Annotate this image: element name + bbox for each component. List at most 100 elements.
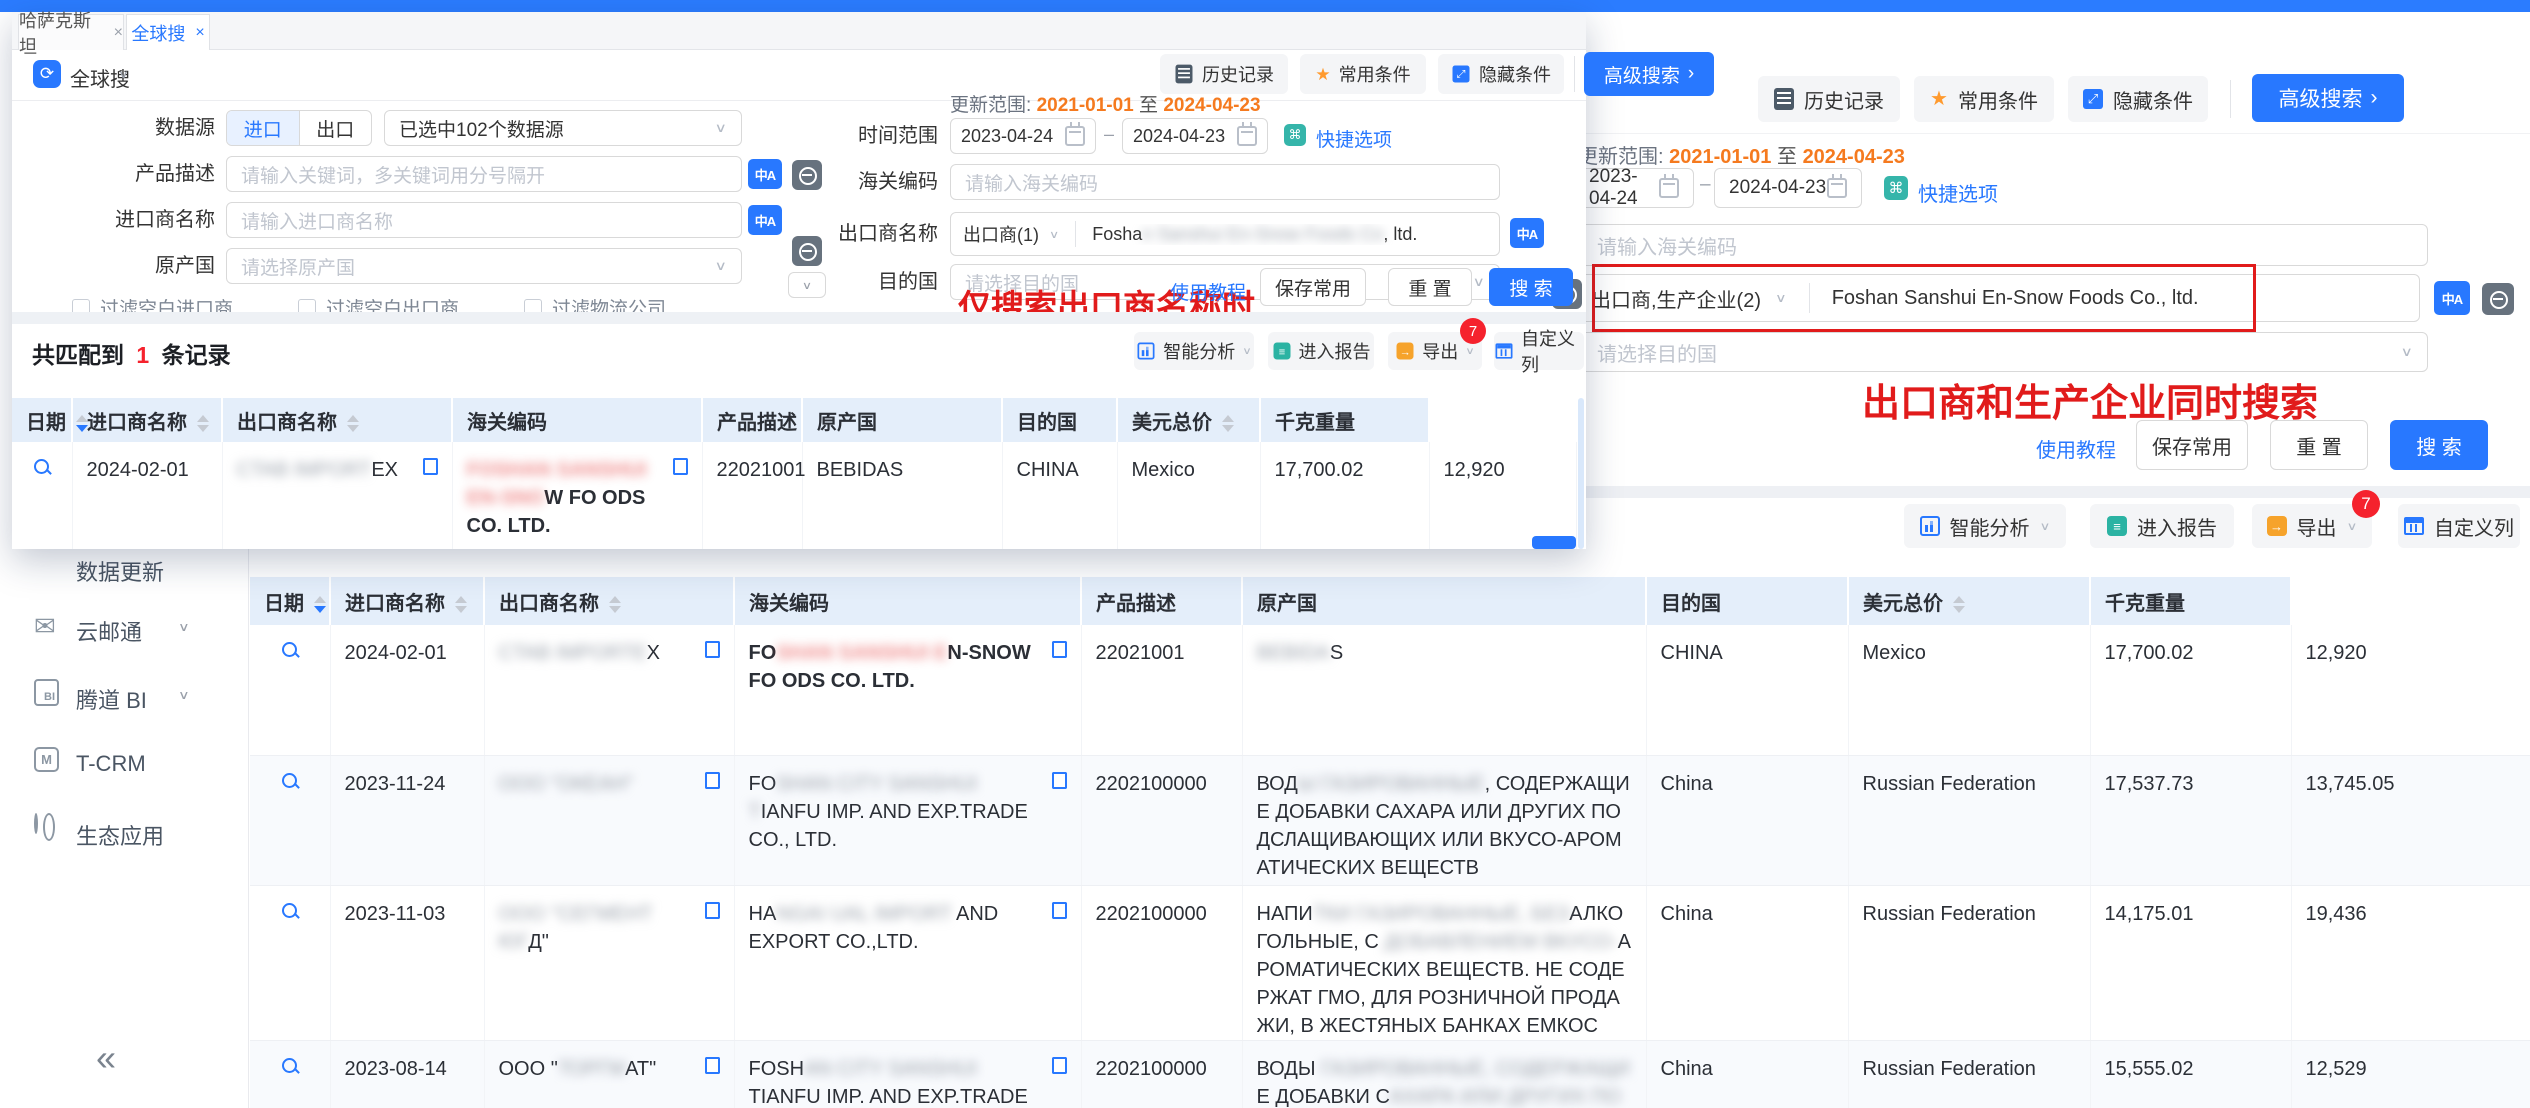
save-conditions-button[interactable]: 保存常用 <box>2136 420 2248 470</box>
chevron-down-icon: ∨ <box>1465 345 1475 357</box>
destination-select[interactable]: 请选择目的国 ∨ <box>1546 332 2428 372</box>
copy-icon[interactable] <box>705 902 720 919</box>
close-icon[interactable]: × <box>114 24 123 42</box>
origin-label: 原产国 <box>12 248 215 284</box>
star-icon: ★ <box>1315 66 1330 83</box>
star-icon: ★ <box>1930 89 1948 109</box>
origin-select[interactable]: 请选择原产国 ∨ <box>226 248 742 284</box>
row-detail-search-icon[interactable] <box>33 458 51 476</box>
history-button[interactable]: 历史记录 <box>1758 76 1900 122</box>
row-detail-search-icon[interactable] <box>281 772 299 790</box>
tab-global-search[interactable]: 全球搜× <box>126 14 210 50</box>
table-row: 2023-11-03ООО "СЕГМЕНТ ЮГД"HANGAI UAL IM… <box>250 885 2530 1040</box>
custom-columns-button[interactable]: 自定义列 <box>1494 332 1584 370</box>
tutorial-link[interactable]: 使用教程 <box>1170 278 1246 305</box>
sidebar-item-cloud-mail[interactable]: ✉ 云邮通 ∨ <box>0 607 249 653</box>
sort-icon[interactable] <box>1953 596 1965 613</box>
close-icon[interactable]: × <box>195 24 204 42</box>
quick-options-icon[interactable]: ⌘ <box>1284 124 1306 146</box>
quick-options-link[interactable]: 快捷选项 <box>1918 178 1998 207</box>
smart-analysis-button[interactable]: 智能分析 ∨ <box>1904 504 2066 548</box>
filter-circle-icon[interactable] <box>2482 283 2514 315</box>
copy-icon[interactable] <box>705 772 720 789</box>
history-button[interactable]: 历史记录 <box>1160 54 1288 94</box>
hs-code-input[interactable]: 请输入海关编码 <box>950 164 1500 200</box>
product-input[interactable]: 请输入关键词，多关键词用分号隔开 <box>226 156 742 192</box>
copy-icon[interactable] <box>1052 641 1067 658</box>
smart-analysis-button[interactable]: 智能分析 ∨ <box>1134 332 1254 370</box>
advanced-search-button[interactable]: 高级搜索› <box>1584 52 1714 96</box>
translate-icon[interactable]: 中A <box>1510 218 1544 248</box>
sort-icon[interactable] <box>1222 415 1234 432</box>
sidebar-item-data-update[interactable]: 数据更新 <box>76 555 164 587</box>
import-export-toggle[interactable]: 进口 出口 <box>226 110 372 146</box>
reset-button[interactable]: 重 置 <box>2270 420 2368 470</box>
exporter-value[interactable]: Foshan Sanshui En-Snow Foods Co, ltd. <box>1092 224 1417 245</box>
results-table-wrapper: 日期进口商名称出口商名称海关编码产品描述原产国目的国美元总价千克重量 2024-… <box>250 577 2530 1108</box>
importer-input[interactable]: 请输入进口商名称 <box>226 202 742 238</box>
toggle-export[interactable]: 出口 <box>299 111 372 145</box>
column-header[interactable]: 出口商名称 <box>222 398 452 442</box>
date-from-field[interactable]: 2023-04-24 <box>950 118 1096 154</box>
sort-icon[interactable] <box>314 596 326 613</box>
column-header[interactable]: 日期 <box>12 398 72 442</box>
enter-report-button[interactable]: ≡ 进入报告 <box>1268 332 1374 370</box>
favorite-conditions-button[interactable]: ★ 常用条件 <box>1914 76 2054 122</box>
sort-icon[interactable] <box>455 596 467 613</box>
favorite-conditions-button[interactable]: ★ 常用条件 <box>1300 54 1426 94</box>
column-header[interactable]: 进口商名称 <box>330 577 484 625</box>
copy-icon[interactable] <box>1052 772 1067 789</box>
quick-options-link[interactable]: 快捷选项 <box>1316 125 1392 152</box>
sidebar-item-eco-apps[interactable]: 生态应用 <box>0 811 249 857</box>
copy-icon[interactable] <box>673 458 688 475</box>
column-header[interactable]: 日期 <box>250 577 330 625</box>
hide-conditions-button[interactable]: ⤢ 隐藏条件 <box>2068 76 2208 122</box>
hide-conditions-button[interactable]: ⤢ 隐藏条件 <box>1438 54 1564 94</box>
sidebar-collapse-button[interactable]: « <box>96 1037 116 1079</box>
overlay-scrollbar[interactable] <box>1578 398 1584 549</box>
hs-code-input[interactable]: 请输入海关编码 <box>1546 224 2428 266</box>
tab-kazakhstan[interactable]: 哈萨克斯坦× <box>18 14 124 50</box>
reset-button[interactable]: 重 置 <box>1388 268 1472 306</box>
copy-icon[interactable] <box>705 641 720 658</box>
enter-report-button[interactable]: ≡ 进入报告 <box>2090 504 2234 548</box>
save-conditions-button[interactable]: 保存常用 <box>1260 268 1366 306</box>
copy-icon[interactable] <box>705 1057 720 1074</box>
column-header[interactable]: 美元总价 <box>1848 577 2090 625</box>
column-header[interactable]: 出口商名称 <box>484 577 734 625</box>
sidebar-item-t-crm[interactable]: M T-CRM <box>0 743 249 789</box>
calendar-icon <box>1659 178 1679 198</box>
custom-columns-button[interactable]: 自定义列 <box>2398 504 2520 548</box>
date-to-field[interactable]: 2024-04-23 <box>1122 118 1268 154</box>
search-button[interactable]: 搜 索 <box>1489 268 1573 306</box>
tutorial-link[interactable]: 使用教程 <box>2036 434 2116 463</box>
exporter-label: 出口商名称 <box>700 212 938 256</box>
column-header[interactable]: 进口商名称 <box>72 398 222 442</box>
date-range-dash: – <box>1104 124 1114 145</box>
sort-icon[interactable] <box>197 415 209 432</box>
date-to-field[interactable]: 2024-04-23 <box>1714 168 1862 208</box>
favorite-label: 常用条件 <box>1958 85 2038 114</box>
quick-options-icon[interactable]: ⌘ <box>1884 176 1908 200</box>
sort-icon[interactable] <box>609 596 621 613</box>
source-select[interactable]: 已选中102个数据源∨ <box>384 110 742 146</box>
row-detail-search-icon[interactable] <box>281 902 299 920</box>
copy-icon[interactable] <box>423 458 438 475</box>
copy-icon[interactable] <box>1052 1057 1067 1074</box>
copy-icon[interactable] <box>1052 902 1067 919</box>
search-button[interactable]: 搜 索 <box>2390 420 2488 470</box>
exporter-field[interactable]: 出口商(1) ∨ Foshan Sanshui En-Snow Foods Co… <box>950 212 1500 256</box>
column-header[interactable]: 美元总价 <box>1117 398 1260 442</box>
pagination-remnant[interactable] <box>1532 536 1576 549</box>
exporter-type-select[interactable]: 出口商(1) <box>963 221 1039 247</box>
advanced-search-button[interactable]: 高级搜索 › <box>2252 74 2404 122</box>
toggle-import[interactable]: 进口 <box>227 111 299 145</box>
row-detail-search-icon[interactable] <box>281 1057 299 1075</box>
sort-icon[interactable] <box>347 415 359 432</box>
sidebar-item-tengdao-bi[interactable]: BI 腾道 BI ∨ <box>0 675 249 721</box>
row-detail-search-icon[interactable] <box>281 641 299 659</box>
hide-label: 隐藏条件 <box>2113 85 2193 114</box>
translate-icon[interactable]: 中A <box>2434 281 2470 315</box>
report-icon: ≡ <box>1273 343 1290 360</box>
section-gap <box>12 312 1586 324</box>
